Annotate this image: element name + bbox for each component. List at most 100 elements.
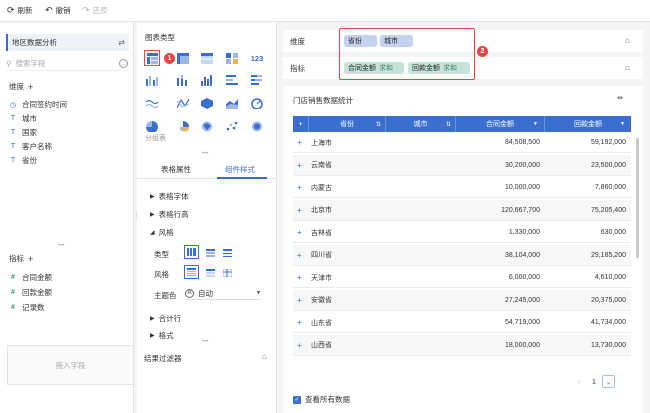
sort-icon[interactable]: ⇅: [446, 121, 451, 128]
table-row[interactable]: + 内蒙古 10,000,000 7,860,000: [293, 177, 631, 198]
expand-row-icon[interactable]: +: [297, 177, 307, 198]
splitter-handle[interactable]: •••: [58, 243, 64, 249]
grouped-table-chart-icon[interactable]: [144, 50, 160, 66]
dataset-selector[interactable]: 地区数据分析 ⇄: [6, 34, 129, 51]
filter-settings-icon[interactable]: ⌂: [262, 352, 267, 361]
splitter-handle[interactable]: •••: [202, 151, 208, 157]
splitter-handle[interactable]: •••: [202, 339, 208, 345]
switch-dataset-icon[interactable]: ⇄: [118, 38, 125, 47]
stacked-horizontal-bar-icon[interactable]: [249, 72, 265, 88]
column-header[interactable]: 省份 ⇅: [309, 116, 386, 132]
style-type-option-2-icon[interactable]: [202, 245, 218, 261]
gauge-chart-icon[interactable]: [249, 95, 265, 111]
table-row[interactable]: + 四川省 38,104,000 29,185,200: [293, 244, 631, 266]
payment-amount-cell: 630,000: [600, 229, 626, 236]
area-chart-icon[interactable]: [224, 95, 240, 111]
prop-format[interactable]: ▶ 格式: [150, 330, 174, 341]
add-measure-icon[interactable]: +: [28, 254, 33, 264]
tab-component-style[interactable]: 组件样式: [225, 164, 255, 175]
sort-desc-icon[interactable]: ▼: [533, 121, 538, 127]
measure-field[interactable]: # 记录数: [9, 302, 44, 313]
dimension-field[interactable]: T 国家: [9, 127, 37, 138]
fullscreen-icon[interactable]: ⇹: [617, 94, 623, 102]
theme-color-select[interactable]: A 自动 ▼: [185, 287, 261, 300]
funnel-chart-icon[interactable]: [249, 118, 265, 134]
more-icon[interactable]: …: [119, 59, 128, 68]
prop-table-font[interactable]: ▶ 表格字体: [150, 191, 189, 202]
map-chart-icon[interactable]: [199, 118, 215, 134]
expand-row-icon[interactable]: +: [297, 155, 307, 176]
dimension-field[interactable]: ◷ 合同签约时间: [9, 99, 67, 110]
highlight-box: [339, 28, 475, 80]
table-row[interactable]: + 北京市 120,667,700 75,205,400: [293, 199, 631, 221]
scatter-chart-icon[interactable]: [224, 118, 240, 134]
style-option-3-icon[interactable]: [219, 265, 235, 281]
column-chart-icon[interactable]: [199, 72, 215, 88]
table-row[interactable]: + 吉林省 1,330,000 630,000: [293, 222, 631, 243]
polyline-chart-icon[interactable]: [175, 95, 191, 111]
prop-total-row[interactable]: ▶ 合计行: [150, 313, 181, 324]
page-dropdown-icon[interactable]: ⌄: [602, 375, 615, 388]
kpi-chart-icon[interactable]: 123: [249, 50, 265, 66]
expand-row-icon[interactable]: +: [297, 335, 307, 356]
horizontal-bar-chart-icon[interactable]: [224, 72, 240, 88]
expand-row-icon[interactable]: +: [297, 312, 307, 333]
radar-chart-icon[interactable]: [199, 95, 215, 111]
payment-amount-cell: 75,205,400: [590, 206, 626, 214]
style-type-option-3-icon[interactable]: [219, 245, 235, 261]
refresh-button[interactable]: ⟳ 刷新: [7, 5, 33, 16]
tab-table-properties[interactable]: 表格属性: [161, 164, 191, 175]
measure-field[interactable]: # 回款金额: [9, 287, 52, 298]
card-chart-icon[interactable]: [224, 50, 240, 66]
dimension-slot-settings-icon[interactable]: ⌂: [625, 36, 630, 45]
dimension-field[interactable]: T 省份: [9, 155, 37, 166]
prop-style[interactable]: ◢ 风格: [150, 227, 174, 238]
prop-row-height[interactable]: ▶ 表格行高: [150, 209, 189, 220]
style-option-1-icon[interactable]: [184, 265, 199, 279]
sort-icon[interactable]: ⇅: [376, 121, 381, 128]
column-header[interactable]: 城市 ⇅: [386, 116, 456, 132]
style-type-option-1-icon[interactable]: [184, 245, 199, 259]
sort-desc-icon[interactable]: ▼: [620, 121, 625, 127]
bar-chart-icon[interactable]: [144, 72, 160, 88]
measure-field[interactable]: # 合同金额: [9, 272, 52, 283]
redo-button[interactable]: ↷ 还原: [82, 5, 108, 16]
detail-table-chart-icon[interactable]: [199, 50, 215, 66]
expand-row-icon[interactable]: +: [297, 222, 307, 243]
table-row[interactable]: + 云南省 30,200,000 23,500,000: [293, 154, 631, 176]
search-input[interactable]: 搜索字段: [16, 58, 46, 69]
table-row[interactable]: + 山东省 54,719,000 41,734,000: [293, 312, 631, 333]
field-search[interactable]: ⚲ 搜索字段 …: [6, 57, 128, 71]
expand-all-icon[interactable]: +: [293, 116, 309, 132]
line-chart-icon[interactable]: [144, 95, 160, 111]
expand-row-icon[interactable]: +: [297, 245, 307, 266]
pie-chart-icon[interactable]: [144, 118, 160, 134]
table-row[interactable]: + 山西省 18,000,000 13,730,000: [293, 334, 631, 356]
measure-slot-settings-icon[interactable]: ⌂: [625, 63, 630, 72]
dimension-section-title: 维度 +: [9, 81, 34, 92]
dimension-field[interactable]: T 城市: [9, 113, 37, 124]
rose-chart-icon[interactable]: [175, 118, 191, 134]
column-header[interactable]: 回款金额 ▼: [545, 116, 631, 132]
expand-row-icon[interactable]: +: [297, 200, 307, 221]
cross-table-chart-icon[interactable]: [175, 50, 191, 66]
column-header[interactable]: 合同金额 ▼: [456, 116, 545, 132]
filter-drop-zone[interactable]: 拖入字段: [7, 345, 134, 385]
province-cell: 安徽省: [311, 297, 332, 304]
undo-button[interactable]: ↶ 撤销: [45, 5, 71, 16]
expand-row-icon[interactable]: +: [297, 132, 307, 153]
dimension-field[interactable]: T 客户名称: [9, 141, 52, 152]
prev-page-icon[interactable]: ‹: [574, 376, 584, 388]
table-row[interactable]: + 安徽省 27,245,000 20,375,000: [293, 289, 631, 311]
expand-row-icon[interactable]: +: [297, 267, 307, 288]
stacked-bar-chart-icon[interactable]: [175, 72, 191, 88]
style-option-2-icon[interactable]: [202, 265, 218, 281]
table-scrollbar[interactable]: [636, 138, 639, 258]
add-dimension-icon[interactable]: +: [28, 82, 33, 92]
table-row[interactable]: + 天津市 6,000,000 4,610,000: [293, 267, 631, 288]
expand-row-icon[interactable]: +: [297, 290, 307, 311]
table-row[interactable]: + 上海市 84,508,500 59,192,000: [293, 132, 631, 153]
view-all-data-checkbox[interactable]: ✓ 查看所有数据: [293, 394, 350, 405]
checkbox-checked-icon[interactable]: ✓: [293, 395, 301, 404]
theme-color-label: 主题色: [154, 291, 177, 300]
